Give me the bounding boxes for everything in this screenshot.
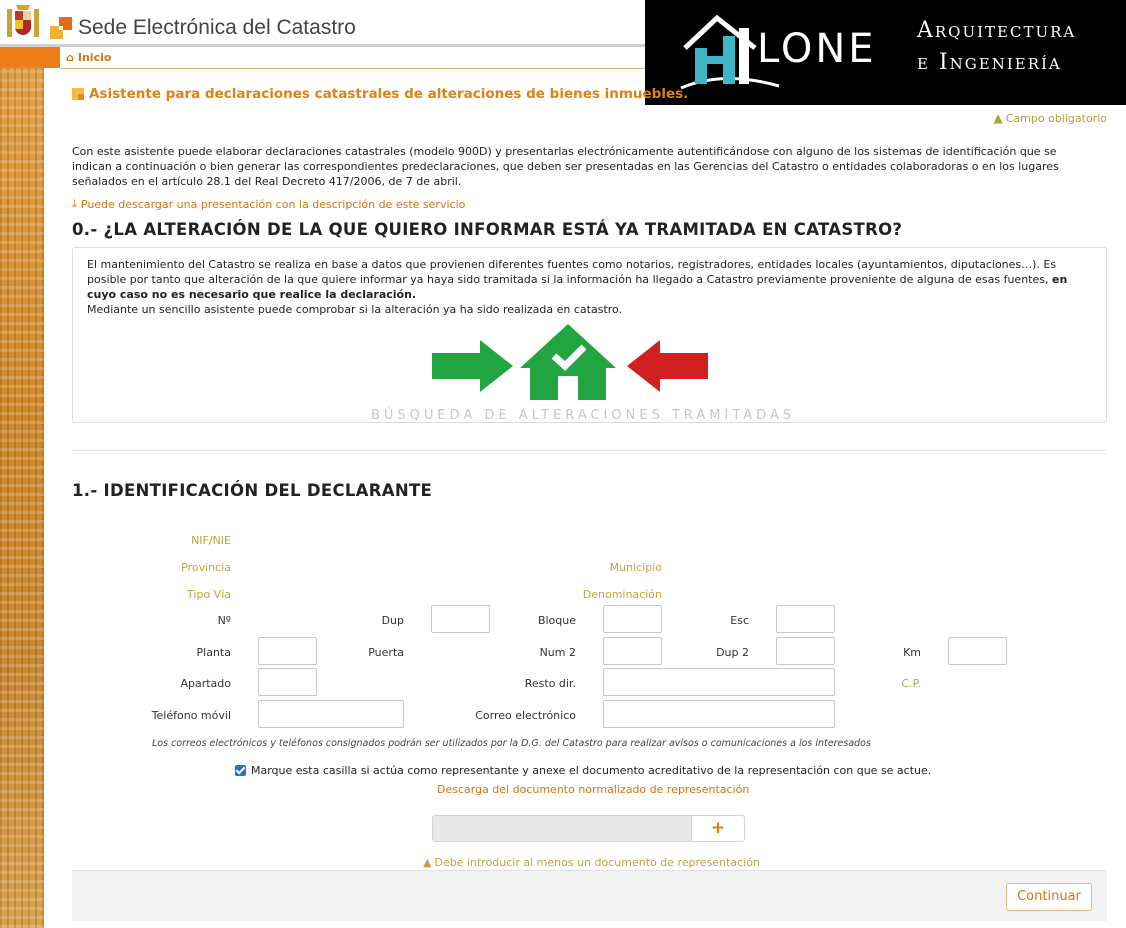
breadcrumb-underline [60,68,645,69]
section0-text: El mantenimiento del Catastro se realiza… [87,257,1092,317]
section0-box: El mantenimiento del Catastro se realiza… [72,247,1107,423]
header-divider [0,44,645,47]
form-footer: Continuar [72,870,1107,921]
puerta-label: Puerta [368,646,404,659]
site-title[interactable]: Sede Electrónica del Catastro [78,16,356,40]
section0-heading: 0.- ¿LA ALTERACIÓN DE LA QUE QUIERO INFO… [72,220,903,239]
planta-input[interactable] [258,637,317,665]
house-check-icon [520,324,616,400]
representative-checkbox-label[interactable]: Marque esta casilla si actúa como repres… [251,764,931,777]
assistant-title: Asistente para declaraciones catastrales… [72,86,688,102]
alteration-search-button[interactable] [368,320,788,420]
required-field-text: Campo obligatorio [1005,111,1107,125]
resto-dir-label: Resto dir. [524,677,576,690]
nav-accent [0,47,60,68]
representative-checkbox-row[interactable]: Marque esta casilla si actúa como repres… [235,764,931,777]
km-input[interactable] [948,637,1007,665]
esc-input[interactable] [776,605,835,633]
assistant-title-text: Asistente para declaraciones catastrales… [89,86,689,102]
nif-label: NIF/NIE [191,534,231,547]
green-arrow-icon [432,340,513,392]
home-icon: ⌂ [66,51,74,64]
brand-tagline-2: e Ingeniería [917,50,1062,75]
section-separator [72,450,1107,454]
download-link-text[interactable]: Puede descargar una presentación con la … [81,198,465,211]
esc-label: Esc [730,614,749,627]
cp-label: C.P. [901,677,921,690]
spain-coat-of-arms-icon [7,5,39,37]
contact-note: Los correos electrónicos y teléfonos con… [152,738,871,749]
search-caption[interactable]: BÚSQUEDA DE ALTERACIONES TRAMITADAS [371,408,795,423]
representative-checkbox[interactable] [235,765,246,776]
add-document-button[interactable]: + [691,815,745,842]
section0-text-part2: Mediante un sencillo asistente puede com… [87,303,623,316]
telefono-label: Teléfono móvil [151,709,231,722]
dup2-label: Dup 2 [716,646,749,659]
dup-input[interactable] [431,605,490,633]
tipo-via-label: Tipo Vía [187,588,231,601]
sede-logo-icon [50,17,72,39]
breadcrumb-home[interactable]: Inicio [78,51,112,64]
representation-warning: ▲ Debe introducir al menos un documento … [423,856,760,869]
denominacion-label: Denominación [582,588,662,601]
planta-label: Planta [196,646,231,659]
num2-label: Num 2 [539,646,576,659]
telefono-input[interactable] [258,700,404,728]
numero-label: Nº [217,614,231,627]
num2-input[interactable] [603,637,662,665]
intro-text: Con este asistente puede elaborar declar… [72,145,1059,188]
municipio-label: Municipio [609,561,662,574]
apartado-label: Apartado [180,677,231,690]
correo-label: Correo electrónico [475,709,576,722]
provincia-label: Provincia [181,561,231,574]
warning-icon: ▲ [993,111,1003,125]
required-field-note: ▲ Campo obligatorio [994,111,1107,125]
bloque-input[interactable] [603,605,662,633]
km-label: Km [903,646,921,659]
red-arrow-icon [627,340,708,392]
bloque-label: Bloque [537,614,576,627]
section0-text-part1: El mantenimiento del Catastro se realiza… [87,258,1057,286]
correo-input[interactable] [603,700,835,728]
download-icon: ⤓ [72,197,77,210]
brand-banner: LONE Arquitectura e Ingeniería [645,0,1126,105]
apartado-input[interactable] [258,668,317,696]
presentation-download-link[interactable]: ⤓ Puede descargar una presentación con l… [72,197,465,211]
brand-tagline-1: Arquitectura [917,18,1077,43]
resto-dir-input[interactable] [603,668,835,696]
warning-icon: ▲ [423,856,432,869]
breadcrumb[interactable]: ⌂ Inicio [66,51,111,64]
representation-warning-text: Debe introducir al menos un documento de… [434,856,760,869]
section1-heading: 1.- IDENTIFICACIÓN DEL DECLARANTE [72,481,433,500]
brand-name: LONE [757,26,877,72]
continue-button[interactable]: Continuar [1006,883,1092,911]
form-icon [72,88,84,100]
side-decoration [0,68,44,928]
representative-document-link[interactable]: Descarga del documento normalizado de re… [437,783,749,796]
representation-file-field[interactable] [432,815,692,842]
dup-label: Dup [381,614,404,627]
dup2-input[interactable] [776,637,835,665]
